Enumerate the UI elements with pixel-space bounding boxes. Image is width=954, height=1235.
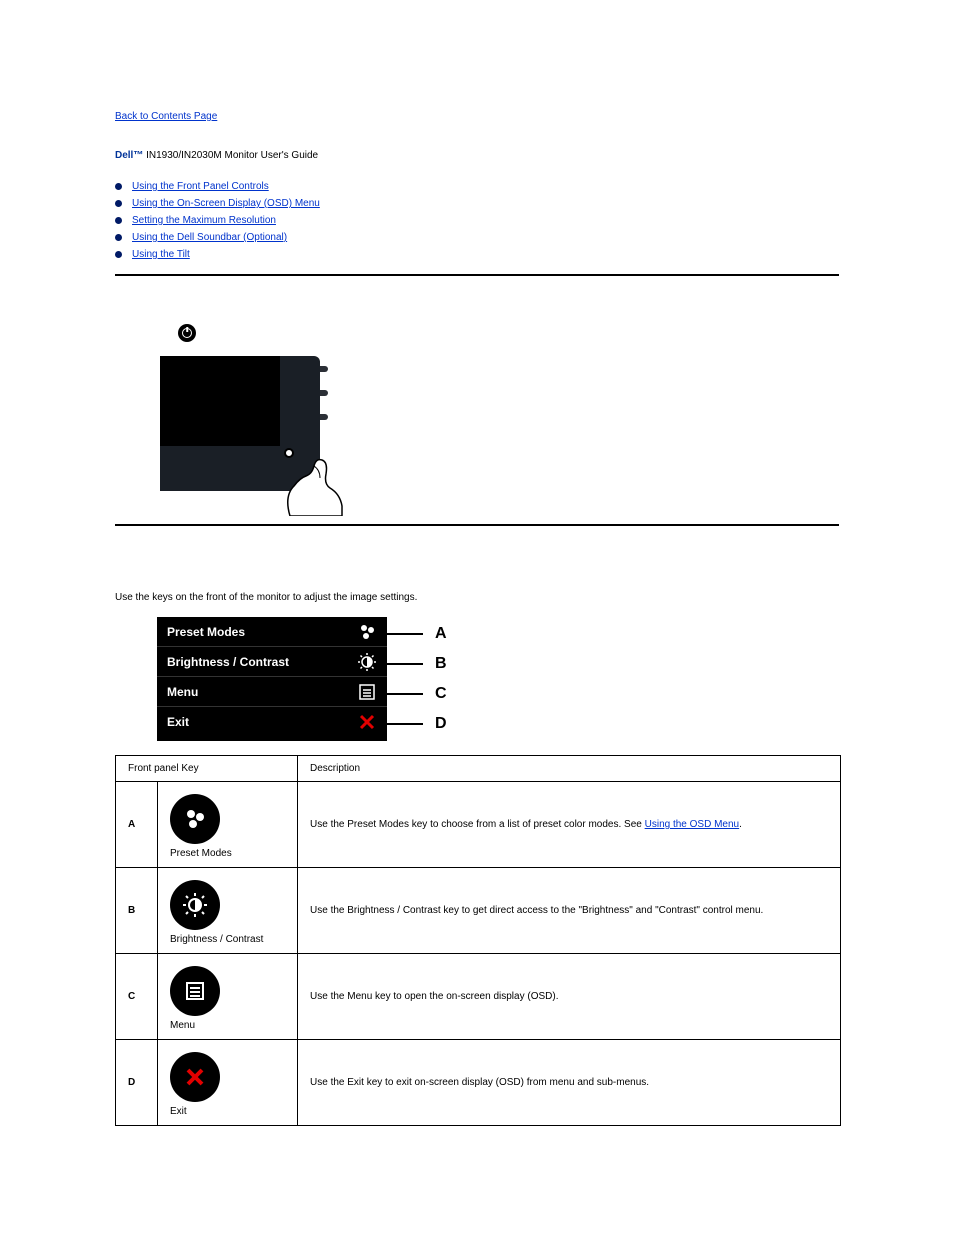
divider — [115, 524, 839, 526]
toc-link-soundbar[interactable]: Using the Dell Soundbar (Optional) — [132, 232, 287, 243]
row-icon-label: Brightness / Contrast — [170, 934, 285, 945]
bullet-icon — [115, 234, 122, 241]
osd-label: Menu — [167, 685, 198, 699]
preset-modes-button-icon — [170, 794, 220, 844]
toc-item: Setting the Maximum Resolution — [115, 215, 839, 226]
toc-link-tilt[interactable]: Using the Tilt — [132, 249, 190, 260]
exit-icon — [357, 712, 377, 732]
osd-item-menu: Menu — [157, 677, 387, 707]
toc-link-max-resolution[interactable]: Setting the Maximum Resolution — [132, 215, 276, 226]
toc-item: Using the On-Screen Display (OSD) Menu — [115, 198, 839, 209]
brightness-contrast-button-icon — [170, 880, 220, 930]
header-front-panel-key: Front panel Key — [116, 756, 298, 782]
bullet-icon — [115, 200, 122, 207]
toc-link-osd-menu[interactable]: Using the On-Screen Display (OSD) Menu — [132, 198, 320, 209]
osd-preview-row: Preset Modes Brightness / Contrast — [157, 617, 839, 741]
row-icon-label: Exit — [170, 1106, 285, 1117]
bullet-icon — [115, 183, 122, 190]
monitor-corner-graphic — [160, 356, 345, 514]
divider — [115, 274, 839, 276]
osd-item-brightness-contrast: Brightness / Contrast — [157, 647, 387, 677]
row-letter: A — [116, 782, 158, 868]
row-icon-cell: Menu — [158, 954, 298, 1040]
toc-item: Using the Tilt — [115, 249, 839, 260]
title-line: Dell™ IN1930/IN2030M Monitor User's Guid… — [115, 150, 839, 161]
front-panel-key-table: Front panel Key Description A Preset Mod… — [115, 755, 841, 1126]
row-icon-cell: Exit — [158, 1040, 298, 1126]
row-letter: D — [116, 1040, 158, 1126]
header-description: Description — [298, 756, 841, 782]
toc-item: Using the Front Panel Controls — [115, 181, 839, 192]
callout-d: D — [387, 709, 447, 739]
table-row: C Menu Use the Menu key to open the on-s… — [116, 954, 841, 1040]
brand: Dell™ — [115, 150, 143, 161]
toc-link-front-panel[interactable]: Using the Front Panel Controls — [132, 181, 269, 192]
back-to-contents-link[interactable]: Back to Contents Page — [115, 111, 217, 122]
exit-button-icon — [170, 1052, 220, 1102]
using-osd-menu-link[interactable]: Using the OSD Menu — [645, 819, 740, 830]
front-panel-intro: Use the keys on the front of the monitor… — [115, 592, 839, 603]
row-description: Use the Brightness / Contrast key to get… — [298, 868, 841, 954]
model-line: IN1930/IN2030M Monitor User's Guide — [143, 150, 318, 161]
bullet-icon — [115, 217, 122, 224]
row-description: Use the Menu key to open the on-screen d… — [298, 954, 841, 1040]
osd-item-exit: Exit — [157, 707, 387, 737]
callout-column: A B C D — [387, 617, 447, 741]
menu-icon — [357, 682, 377, 702]
row-letter: C — [116, 954, 158, 1040]
power-icon — [178, 324, 196, 342]
table-header-row: Front panel Key Description — [116, 756, 841, 782]
osd-item-preset-modes: Preset Modes — [157, 617, 387, 647]
callout-c: C — [387, 679, 447, 709]
row-description: Use the Preset Modes key to choose from … — [298, 782, 841, 868]
callout-b: B — [387, 649, 447, 679]
row-description: Use the Exit key to exit on-screen displ… — [298, 1040, 841, 1126]
power-on-illustration — [160, 324, 345, 514]
row-letter: B — [116, 868, 158, 954]
osd-panel: Preset Modes Brightness / Contrast — [157, 617, 387, 741]
row-icon-label: Preset Modes — [170, 848, 285, 859]
osd-label: Brightness / Contrast — [167, 655, 289, 669]
menu-button-icon — [170, 966, 220, 1016]
osd-label: Exit — [167, 715, 189, 729]
table-row: B Brightness / Contrast — [116, 868, 841, 954]
table-row: A Preset Modes Use the Preset Modes key … — [116, 782, 841, 868]
toc-item: Using the Dell Soundbar (Optional) — [115, 232, 839, 243]
bullet-icon — [115, 251, 122, 258]
row-icon-cell: Preset Modes — [158, 782, 298, 868]
osd-label: Preset Modes — [167, 625, 245, 639]
row-icon-label: Menu — [170, 1020, 285, 1031]
hand-thumb-icon — [280, 456, 350, 516]
callout-a: A — [387, 619, 447, 649]
brightness-contrast-icon — [357, 652, 377, 672]
row-icon-cell: Brightness / Contrast — [158, 868, 298, 954]
table-of-contents: Using the Front Panel Controls Using the… — [115, 181, 839, 260]
table-row: D Exit Use the Exit key to exit on-scree… — [116, 1040, 841, 1126]
preset-modes-icon — [357, 622, 377, 642]
